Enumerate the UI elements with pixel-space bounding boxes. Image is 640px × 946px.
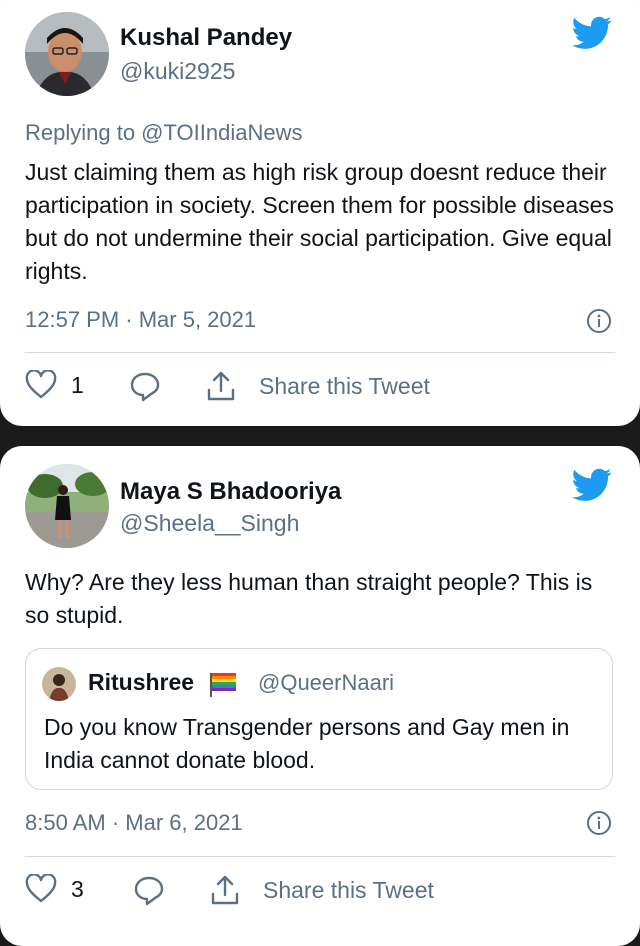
heart-icon bbox=[25, 370, 57, 399]
tweet-text: Why? Are they less human than straight p… bbox=[25, 569, 593, 628]
share-icon bbox=[211, 875, 239, 905]
author-name[interactable]: Kushal Pandey bbox=[120, 24, 292, 52]
quoted-tweet-text: Do you know Transgender persons and Gay … bbox=[44, 714, 570, 773]
avatar-maya[interactable] bbox=[25, 464, 109, 548]
quoted-author-handle[interactable]: @QueerNaari bbox=[258, 670, 394, 696]
quoted-tweet[interactable]: Ritushree @QueerNaari Do you know Transg… bbox=[25, 648, 613, 790]
share-label: Share this Tweet bbox=[259, 372, 430, 399]
reply-button[interactable] bbox=[133, 874, 165, 906]
info-icon[interactable] bbox=[586, 308, 612, 334]
like-button[interactable]: 3 bbox=[25, 874, 84, 904]
avatar-kushal[interactable] bbox=[25, 12, 109, 96]
reply-bubble-icon bbox=[130, 372, 160, 402]
tweet-card-2[interactable]: Maya S Bhadooriya @Sheela__Singh Why? Ar… bbox=[0, 446, 640, 946]
info-icon[interactable] bbox=[586, 810, 612, 836]
quoted-author-name[interactable]: Ritushree bbox=[88, 669, 194, 696]
author-handle[interactable]: @Sheela__Singh bbox=[120, 510, 299, 537]
share-label: Share this Tweet bbox=[263, 876, 434, 903]
like-button[interactable]: 1 bbox=[25, 370, 84, 400]
rainbow-emoji-icon bbox=[210, 673, 236, 697]
share-tweet-button[interactable]: Share this Tweet bbox=[205, 370, 430, 402]
tweet-actions: 3 Share this Tweet bbox=[25, 874, 615, 914]
divider bbox=[25, 856, 615, 857]
share-tweet-button[interactable]: Share this Tweet bbox=[209, 874, 434, 906]
divider bbox=[25, 352, 615, 353]
avatar-ritushree[interactable] bbox=[42, 667, 76, 701]
reply-button[interactable] bbox=[129, 370, 161, 402]
author-handle[interactable]: @kuki2925 bbox=[120, 58, 235, 85]
tweet-actions: 1 Share this Tweet bbox=[25, 370, 615, 410]
like-count: 3 bbox=[71, 875, 84, 902]
tweet-timestamp[interactable]: 8:50 AM · Mar 6, 2021 bbox=[25, 810, 243, 836]
heart-icon bbox=[25, 874, 57, 903]
author-name[interactable]: Maya S Bhadooriya bbox=[120, 478, 341, 506]
share-icon bbox=[207, 371, 235, 401]
tweet-timestamp[interactable]: 12:57 PM · Mar 5, 2021 bbox=[25, 307, 256, 333]
replying-to[interactable]: Replying to @TOIIndiaNews bbox=[25, 120, 303, 146]
tweet-text: Just claiming them as high risk group do… bbox=[25, 159, 614, 284]
reply-bubble-icon bbox=[134, 876, 164, 906]
twitter-bird-icon[interactable] bbox=[572, 16, 612, 50]
tweet-card-1[interactable]: Kushal Pandey @kuki2925 Replying to @TOI… bbox=[0, 0, 640, 426]
like-count: 1 bbox=[71, 371, 84, 398]
twitter-bird-icon[interactable] bbox=[572, 468, 612, 502]
